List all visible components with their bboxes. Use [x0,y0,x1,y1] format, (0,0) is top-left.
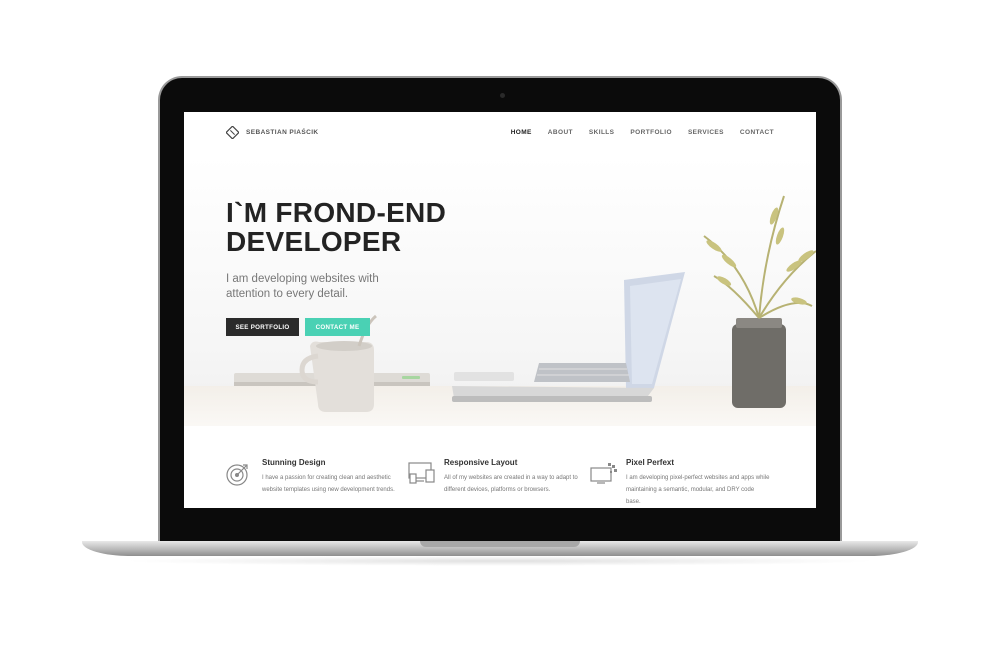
nav-item-portfolio[interactable]: PORTFOLIO [630,129,672,136]
hero-section: I`M FROND-END DEVELOPER I am developing … [184,156,816,426]
nav-item-services[interactable]: SERVICES [688,129,724,136]
hero-title-line-2: DEVELOPER [226,226,402,257]
feature-title: Pixel Perfext [626,458,675,467]
laptop-base [82,541,918,556]
nav-item-contact[interactable]: CONTACT [740,129,774,136]
laptop-mockup: I`M FROND-END DEVELOPER I am developing … [0,0,1000,645]
nav-item-about[interactable]: ABOUT [548,129,573,136]
brand-logo[interactable]: SEBASTIAN PIAŚCIK [226,126,319,139]
target-icon [226,464,248,486]
website-screen: I`M FROND-END DEVELOPER I am developing … [184,112,816,508]
laptop-notch [420,541,580,547]
camera-dot [500,93,505,98]
nav-item-home[interactable]: HOME [511,129,532,136]
see-portfolio-button[interactable]: SEE PORTFOLIO [226,318,299,336]
feature-text: I am developing pixel-perfect websites a… [626,475,770,505]
hero-subtitle: I am developing websites with attention … [226,273,379,300]
feature-title: Responsive Layout [444,458,518,467]
top-navigation: SEBASTIAN PIAŚCIK HOME ABOUT SKILLS PORT… [184,112,816,156]
logo-diamond-icon [226,126,239,139]
nav-menu: HOME ABOUT SKILLS PORTFOLIO SERVICES CON… [511,129,774,136]
features-section: Stunning Design I have a passion for cre… [184,426,816,508]
feature-text: I have a passion for creating clean and … [262,475,395,493]
devices-icon [408,462,435,484]
nav-item-skills[interactable]: SKILLS [589,129,615,136]
pixel-monitor-icon [590,463,617,484]
hero-title-line-1: I`M FROND-END [226,197,447,228]
plant-vase-icon [703,195,816,408]
laptop-shadow [120,556,880,566]
feature-text: All of my websites are created in a way … [444,475,578,493]
laptop-photo-icon [452,272,685,402]
brand-name: SEBASTIAN PIAŚCIK [246,129,319,136]
feature-title: Stunning Design [262,458,326,467]
contact-me-button[interactable]: CONTACT ME [305,318,370,336]
hero-title: I`M FROND-END DEVELOPER [226,198,526,256]
